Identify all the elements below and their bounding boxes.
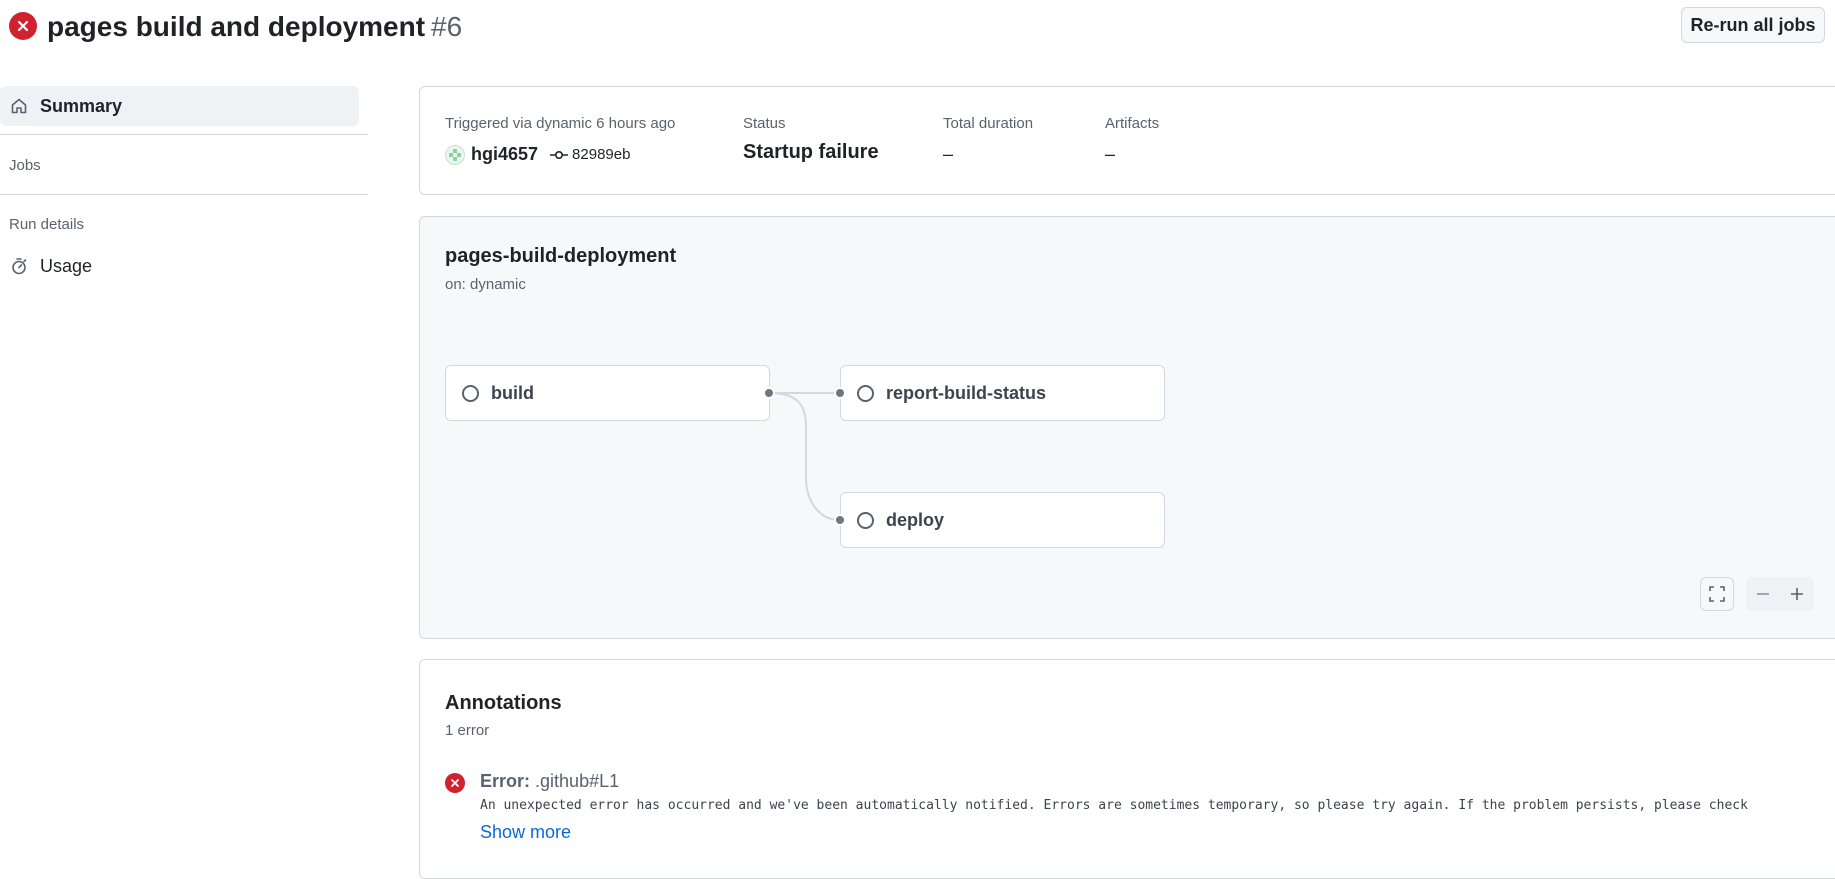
avatar[interactable] <box>445 144 465 165</box>
error-label: Error: <box>480 771 531 791</box>
job-connectors <box>768 392 841 521</box>
zoom-out-button[interactable] <box>1746 577 1780 611</box>
workflow-graph-panel: pages-build-deployment on: dynamic build… <box>419 216 1835 639</box>
home-icon <box>8 95 30 117</box>
rerun-all-jobs-button[interactable]: Re-run all jobs <box>1681 7 1825 43</box>
sidebar-jobs-heading: Jobs <box>9 157 41 174</box>
annotation-header: Error: .github#L1 <box>480 771 619 792</box>
pending-status-icon <box>462 384 479 402</box>
user-link[interactable]: hgi4657 <box>471 144 538 165</box>
fullscreen-icon <box>1709 586 1725 602</box>
failure-status-icon <box>9 12 37 40</box>
workflow-run-title: pages build and deployment <box>47 11 426 42</box>
show-more-link[interactable]: Show more <box>480 822 571 843</box>
duration-value: – <box>943 144 954 164</box>
job-label: build <box>491 382 534 403</box>
sidebar-item-summary[interactable]: Summary <box>0 86 359 126</box>
error-icon <box>445 773 465 793</box>
sidebar-divider <box>0 194 368 195</box>
stopwatch-icon <box>8 255 30 277</box>
fullscreen-button[interactable] <box>1700 577 1734 611</box>
job-node-report-build-status[interactable]: report-build-status <box>840 365 1165 421</box>
triggered-label: Triggered via dynamic 6 hours ago <box>445 115 676 132</box>
status-label: Status <box>743 115 786 132</box>
annotations-panel: Annotations 1 error Error: .github#L1 An… <box>419 659 1835 879</box>
duration-label: Total duration <box>943 115 1034 132</box>
zoom-in-button[interactable] <box>1780 577 1814 611</box>
pending-status-icon <box>857 384 874 402</box>
artifacts-value: – <box>1105 144 1116 164</box>
run-number: #6 <box>431 11 463 42</box>
annotations-count: 1 error <box>445 722 490 739</box>
job-node-deploy[interactable]: deploy <box>840 492 1165 548</box>
run-summary-panel: Triggered via dynamic 6 hours ago hgi465… <box>419 86 1835 195</box>
artifacts-label: Artifacts <box>1105 115 1160 132</box>
sidebar-divider <box>0 134 368 135</box>
x-icon <box>17 20 29 32</box>
plus-icon <box>1791 588 1803 600</box>
git-commit-icon <box>550 150 569 159</box>
job-label: report-build-status <box>886 382 1046 403</box>
minus-icon <box>1757 593 1769 595</box>
error-message: An unexpected error has occurred and we'… <box>480 798 1748 813</box>
sidebar-item-usage[interactable]: Usage <box>0 252 359 280</box>
job-label: deploy <box>886 509 945 530</box>
trigger-actor: hgi4657 82989eb <box>445 144 630 165</box>
status-value: Startup failure <box>743 141 879 163</box>
error-location-link[interactable]: .github#L1 <box>535 771 619 791</box>
job-node-build[interactable]: build <box>445 365 770 421</box>
commit-sha: 82989eb <box>572 146 631 163</box>
zoom-controls <box>1746 577 1814 611</box>
page-title: pages build and deployment #6 <box>47 9 462 45</box>
sidebar-item-label: Summary <box>40 95 123 116</box>
sidebar-item-label: Usage <box>40 255 93 276</box>
commit-link[interactable]: 82989eb <box>550 146 630 163</box>
annotations-heading: Annotations <box>445 692 562 714</box>
pending-status-icon <box>857 511 874 529</box>
sidebar-run-details-heading: Run details <box>9 216 85 233</box>
